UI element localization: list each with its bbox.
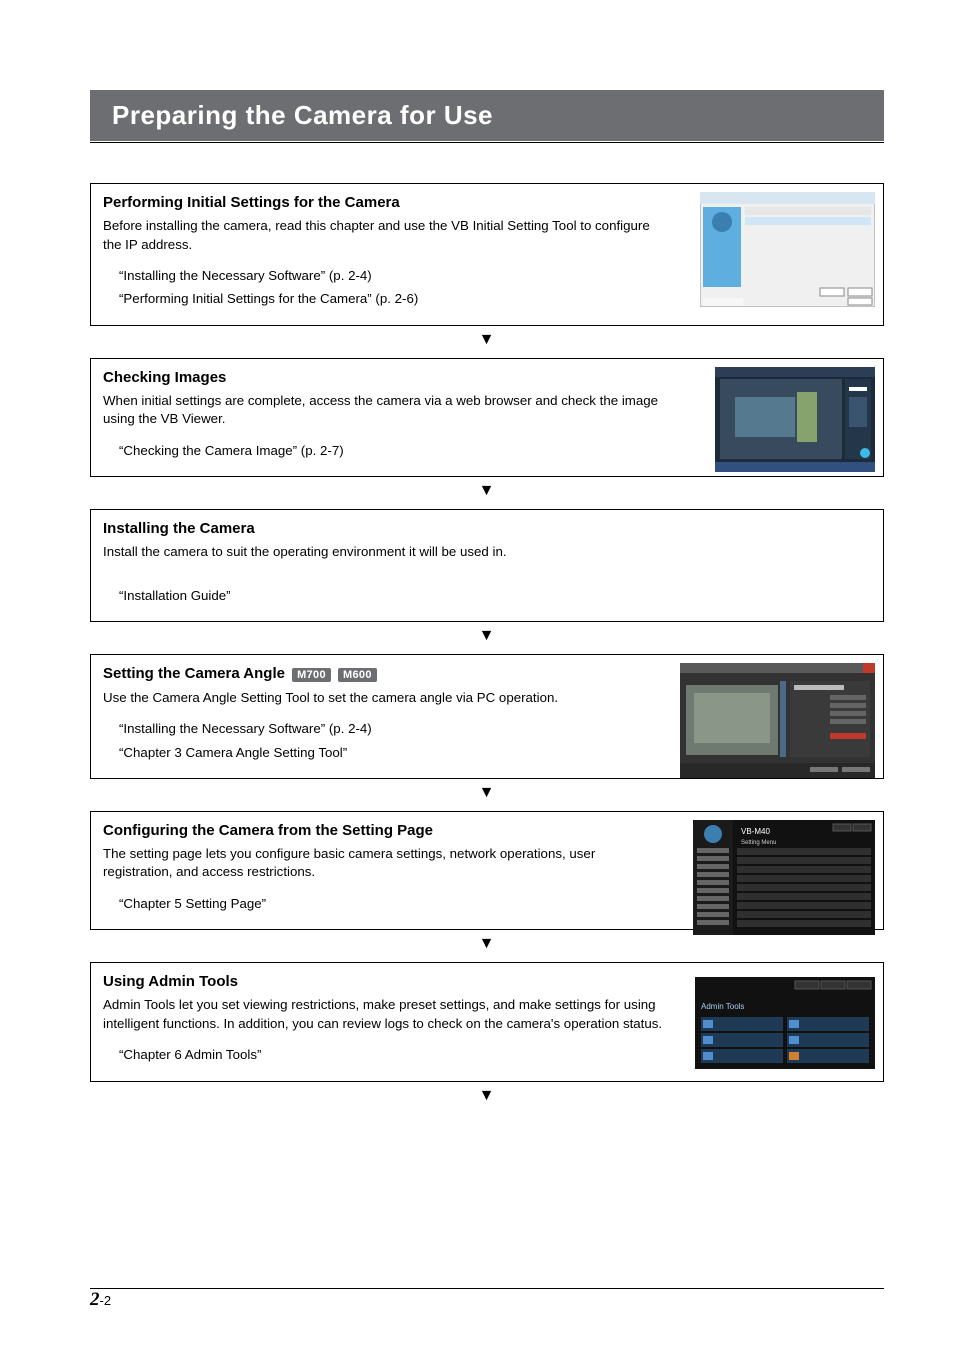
section-ref: “Checking the Camera Image” (p. 2-7) — [103, 439, 668, 462]
section-body: Admin Tools let you set viewing restrict… — [103, 996, 668, 1033]
section-body: Before installing the camera, read this … — [103, 217, 668, 254]
thumbnail-initial-setting-tool — [700, 192, 875, 307]
page-title-text: Preparing the Camera for Use — [112, 100, 493, 130]
section-body: When initial settings are complete, acce… — [103, 392, 668, 429]
page-title-bar: Preparing the Camera for Use — [90, 90, 884, 141]
section-ref: “Chapter 3 Camera Angle Setting Tool” — [103, 741, 668, 764]
section-ref: “Installing the Necessary Software” (p. … — [103, 264, 668, 287]
section-heading: Setting the Camera Angle M700 M600 — [103, 665, 668, 683]
section-heading: Configuring the Camera from the Setting … — [103, 822, 668, 839]
model-badges: M700 M600 — [289, 666, 377, 683]
section-ref: “Installation Guide” — [103, 584, 668, 607]
section-checking-images: Checking Images When initial settings ar… — [90, 358, 884, 477]
section-heading: Performing Initial Settings for the Came… — [103, 194, 668, 211]
thumb-admin-title: Admin Tools — [701, 1002, 744, 1011]
section-initial-settings: Performing Initial Settings for the Came… — [90, 183, 884, 326]
model-badge: M600 — [338, 668, 377, 682]
thumbnail-vb-viewer — [715, 367, 875, 472]
model-badge: M700 — [292, 668, 331, 682]
section-ref: “Chapter 6 Admin Tools” — [103, 1043, 668, 1066]
section-body: The setting page lets you configure basi… — [103, 845, 668, 882]
thumb-setting-sub: Setting Menu — [741, 840, 776, 846]
flow-arrow-icon: ▼ — [90, 483, 883, 499]
section-heading: Installing the Camera — [103, 520, 668, 537]
section-heading: Using Admin Tools — [103, 973, 668, 990]
section-camera-angle: Setting the Camera Angle M700 M600 Use t… — [90, 654, 884, 779]
section-heading: Checking Images — [103, 369, 668, 386]
section-admin-tools: Using Admin Tools Admin Tools let you se… — [90, 962, 884, 1081]
flow-arrow-icon: ▼ — [90, 628, 883, 644]
page-number-chapter: 2 — [90, 1289, 100, 1310]
section-ref: “Installing the Necessary Software” (p. … — [103, 717, 668, 740]
flow-arrow-icon: ▼ — [90, 1088, 883, 1104]
thumbnail-admin-tools: Admin Tools — [695, 977, 875, 1069]
section-installing-camera: Installing the Camera Install the camera… — [90, 509, 884, 622]
page-number: 2-2 — [90, 1289, 111, 1311]
title-underline — [90, 142, 884, 143]
flow-arrow-icon: ▼ — [90, 785, 883, 801]
thumb-setting-title: VB-M40 — [741, 827, 770, 836]
section-heading-text: Setting the Camera Angle — [103, 665, 285, 682]
flow-arrow-icon: ▼ — [90, 936, 883, 952]
footer-rule — [90, 1288, 884, 1289]
page-number-page: -2 — [100, 1293, 112, 1308]
section-ref: “Chapter 5 Setting Page” — [103, 892, 668, 915]
section-body: Use the Camera Angle Setting Tool to set… — [103, 689, 668, 708]
section-ref: “Performing Initial Settings for the Cam… — [103, 287, 668, 310]
flow-arrow-icon: ▼ — [90, 332, 883, 348]
thumbnail-setting-page: VB-M40 Setting Menu — [693, 820, 875, 935]
section-setting-page: Configuring the Camera from the Setting … — [90, 811, 884, 930]
section-body: Install the camera to suit the operating… — [103, 543, 668, 562]
thumbnail-angle-tool — [680, 663, 875, 778]
